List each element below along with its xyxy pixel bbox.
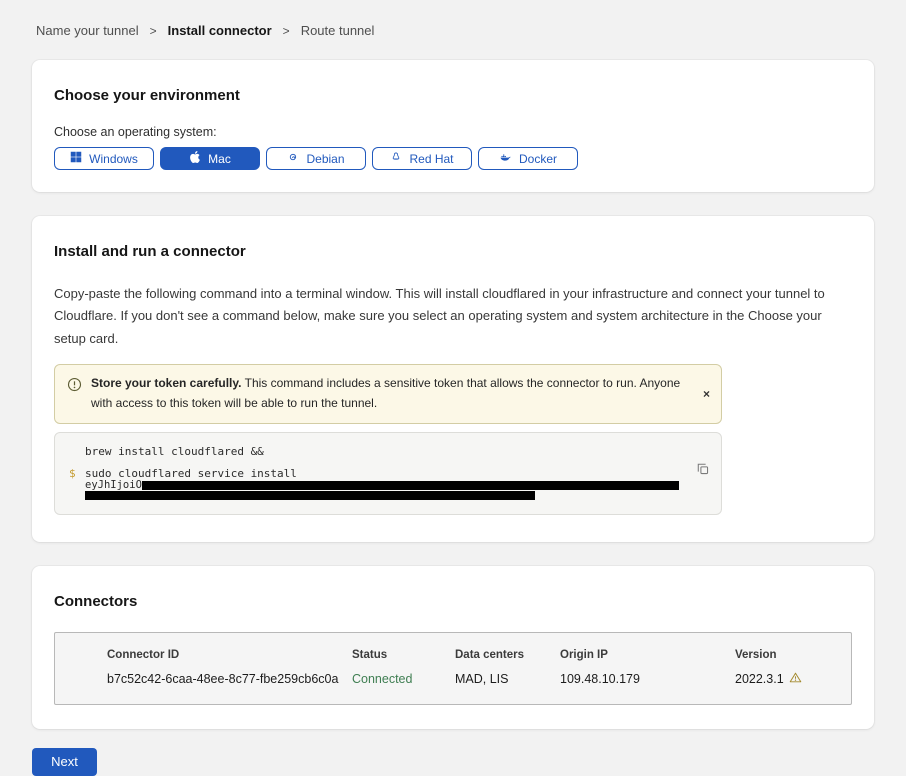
table-row: b7c52c42-6caa-48ee-8c77-fbe259cb6c0a Con… bbox=[107, 671, 841, 687]
redacted-token-bar bbox=[142, 481, 679, 490]
redacted-token-bar bbox=[85, 491, 535, 500]
connectors-card-title: Connectors bbox=[54, 593, 852, 610]
breadcrumb-step-name-your-tunnel[interactable]: Name your tunnel bbox=[36, 23, 139, 38]
breadcrumb-step-install-connector[interactable]: Install connector bbox=[168, 23, 272, 38]
os-button-windows[interactable]: Windows bbox=[54, 147, 154, 170]
windows-icon bbox=[70, 151, 82, 166]
version-value: 2022.3.1 bbox=[735, 671, 841, 687]
next-button[interactable]: Next bbox=[32, 748, 97, 776]
install-description: Copy-paste the following command into a … bbox=[54, 283, 852, 350]
environment-card: Choose your environment Choose an operat… bbox=[32, 60, 874, 192]
docker-icon bbox=[499, 151, 512, 166]
token-warning-title: Store your token carefully. bbox=[91, 376, 242, 390]
column-header-data-centers: Data centers bbox=[455, 649, 560, 661]
column-header-origin-ip: Origin IP bbox=[560, 649, 735, 661]
os-button-label: Docker bbox=[519, 152, 557, 166]
os-button-debian[interactable]: Debian bbox=[266, 147, 366, 170]
code-line-sudo: sudo cloudflared service install bbox=[85, 467, 297, 480]
version-number: 2022.3.1 bbox=[735, 672, 784, 686]
code-line-brew: brew install cloudflared && bbox=[85, 445, 707, 458]
os-button-redhat[interactable]: Red Hat bbox=[372, 147, 472, 170]
breadcrumb: Name your tunnel > Install connector > R… bbox=[0, 0, 906, 38]
close-icon[interactable]: × bbox=[703, 387, 710, 401]
warning-triangle-icon bbox=[789, 671, 802, 687]
redhat-icon bbox=[390, 151, 402, 166]
os-button-docker[interactable]: Docker bbox=[478, 147, 578, 170]
os-button-mac[interactable]: Mac bbox=[160, 147, 260, 170]
column-header-status: Status bbox=[352, 649, 455, 661]
token-warning-text: Store your token carefully. This command… bbox=[91, 374, 687, 414]
install-command-codeblock: brew install cloudflared && $ sudo cloud… bbox=[54, 432, 722, 515]
connectors-table: Connector ID Status Data centers Origin … bbox=[54, 632, 852, 705]
column-header-connector-id: Connector ID bbox=[107, 649, 352, 661]
breadcrumb-separator: > bbox=[283, 24, 290, 38]
token-prefix-text: eyJhIjoiO bbox=[85, 479, 142, 491]
os-button-group: Windows Mac Debian Red Hat Docker bbox=[54, 147, 852, 170]
connectors-card: Connectors Connector ID Status Data cent… bbox=[32, 566, 874, 729]
connector-id-value: b7c52c42-6caa-48ee-8c77-fbe259cb6c0a bbox=[107, 672, 352, 686]
os-select-label: Choose an operating system: bbox=[54, 125, 852, 139]
install-card: Install and run a connector Copy-paste t… bbox=[32, 216, 874, 542]
os-button-label: Windows bbox=[89, 152, 138, 166]
token-warning-callout: Store your token carefully. This command… bbox=[54, 364, 722, 424]
breadcrumb-step-route-tunnel[interactable]: Route tunnel bbox=[301, 23, 375, 38]
os-button-label: Red Hat bbox=[409, 152, 453, 166]
connectors-table-header: Connector ID Status Data centers Origin … bbox=[107, 649, 841, 661]
install-card-title: Install and run a connector bbox=[54, 243, 852, 260]
alert-circle-icon bbox=[67, 377, 82, 397]
status-badge: Connected bbox=[352, 672, 455, 686]
origin-ip-value: 109.48.10.179 bbox=[560, 672, 735, 686]
copy-icon[interactable] bbox=[696, 462, 710, 479]
breadcrumb-separator: > bbox=[150, 24, 157, 38]
os-button-label: Debian bbox=[306, 152, 344, 166]
apple-icon bbox=[189, 151, 201, 166]
column-header-version: Version bbox=[735, 649, 841, 661]
shell-prompt: $ bbox=[69, 467, 85, 480]
environment-card-title: Choose your environment bbox=[54, 87, 852, 104]
os-button-label: Mac bbox=[208, 152, 231, 166]
data-centers-value: MAD, LIS bbox=[455, 672, 560, 686]
debian-icon bbox=[287, 151, 299, 166]
